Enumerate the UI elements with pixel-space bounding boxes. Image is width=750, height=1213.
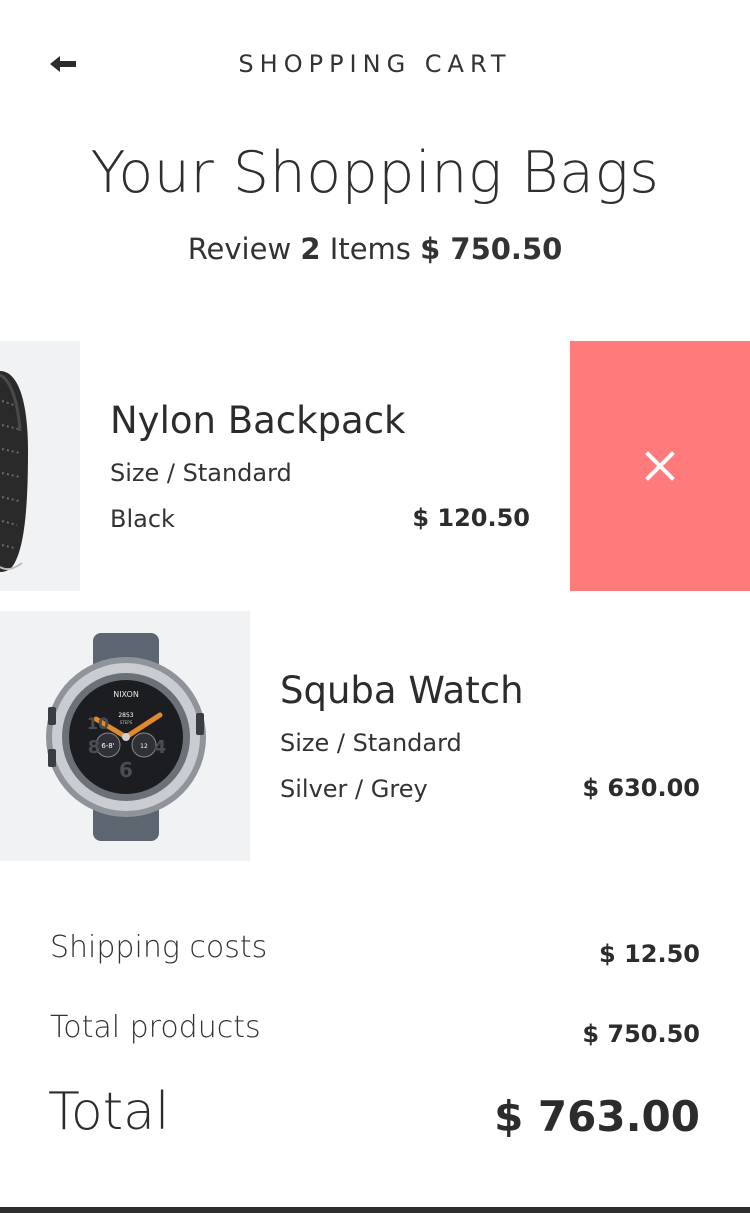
item-color: Silver / Grey bbox=[280, 775, 428, 803]
header-title: SHOPPING CART bbox=[238, 50, 512, 78]
item-price: $ 120.50 bbox=[412, 504, 530, 532]
cart-item-watch[interactable]: NIXON 2853 STEPS 6-8' 12 6 8 4 10 Squba … bbox=[0, 611, 750, 861]
page-title: Your Shopping Bags bbox=[90, 140, 660, 206]
watch-right-dial: 12 bbox=[140, 743, 148, 750]
items-word: Items bbox=[329, 232, 411, 266]
products-label: Total products bbox=[50, 1010, 261, 1045]
watch-left-dial: 6-8' bbox=[101, 742, 114, 750]
watch-numeral-8: 8 bbox=[88, 737, 101, 758]
item-price: $ 630.00 bbox=[582, 774, 700, 802]
review-summary: Review 2 Items $ 750.50 bbox=[0, 232, 750, 266]
item-size: Size / Standard bbox=[280, 729, 462, 757]
watch-numeral-4: 4 bbox=[154, 737, 167, 758]
watch-steps-label: STEPS bbox=[120, 720, 133, 725]
watch-brand: NIXON bbox=[113, 690, 139, 699]
shipping-value: $ 12.50 bbox=[599, 940, 700, 968]
bottom-bar bbox=[0, 1207, 750, 1213]
shipping-label: Shipping costs bbox=[50, 930, 268, 965]
review-prefix: Review bbox=[187, 232, 292, 266]
backpack-image bbox=[0, 341, 80, 591]
close-icon bbox=[645, 451, 675, 481]
review-total: $ 750.50 bbox=[420, 232, 563, 266]
cart-item-backpack[interactable]: Nylon Backpack Size / Standard Black $ 1… bbox=[0, 341, 570, 591]
watch-numeral-10: 10 bbox=[87, 714, 109, 733]
total-label: Total bbox=[48, 1082, 170, 1142]
products-value: $ 750.50 bbox=[582, 1020, 700, 1048]
delete-item-button[interactable] bbox=[570, 341, 750, 591]
watch-image: NIXON 2853 STEPS 6-8' 12 6 8 4 10 bbox=[0, 611, 250, 861]
total-value: $ 763.00 bbox=[494, 1092, 700, 1141]
item-name: Squba Watch bbox=[280, 669, 524, 712]
item-name: Nylon Backpack bbox=[110, 399, 406, 442]
watch-numeral-6: 6 bbox=[119, 758, 133, 782]
item-size: Size / Standard bbox=[110, 459, 292, 487]
watch-steps: 2853 bbox=[118, 712, 133, 719]
item-count: 2 bbox=[300, 232, 321, 266]
item-color: Black bbox=[110, 505, 175, 533]
